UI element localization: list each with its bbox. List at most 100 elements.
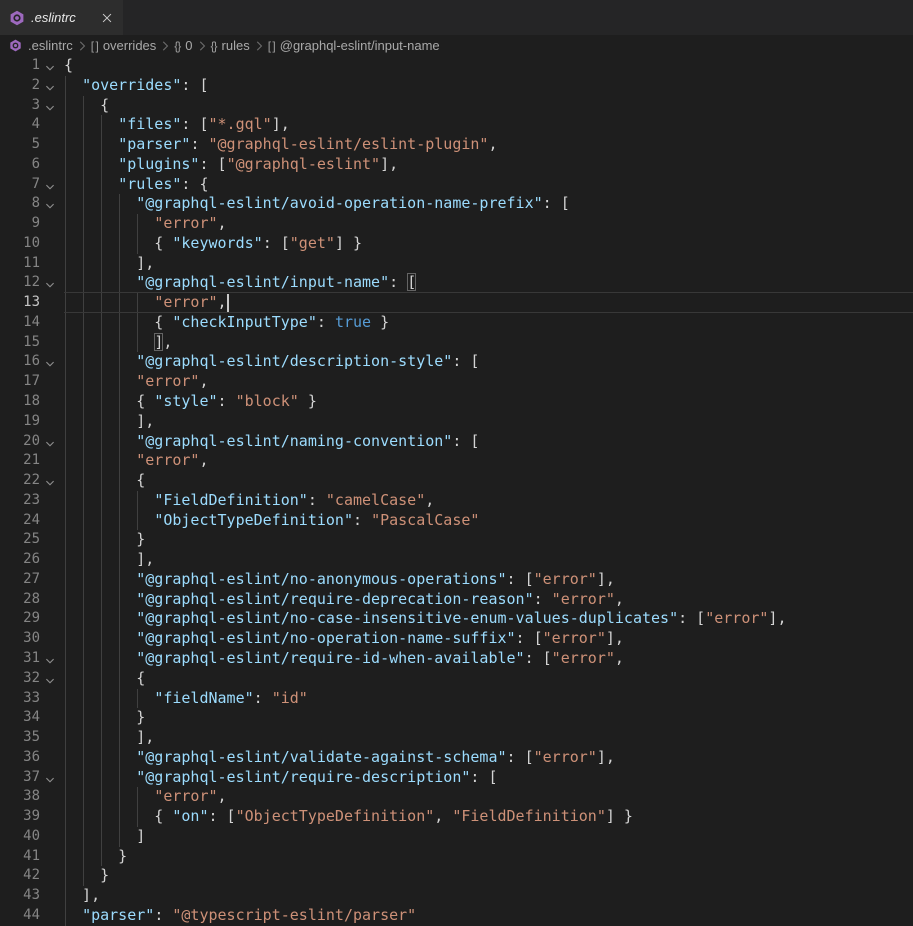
- code-text: }: [64, 530, 145, 550]
- code-line[interactable]: 31 "@graphql-eslint/require-id-when-avai…: [0, 649, 913, 669]
- code-line[interactable]: 16 "@graphql-eslint/description-style": …: [0, 352, 913, 372]
- code-text: {: [64, 56, 73, 76]
- line-number: 37: [0, 768, 40, 788]
- code-line[interactable]: 33 "fieldName": "id": [0, 689, 913, 709]
- code-line[interactable]: 24 "ObjectTypeDefinition": "PascalCase": [0, 511, 913, 531]
- code-line[interactable]: 2 "overrides": [: [0, 76, 913, 96]
- tab-bar: .eslintrc: [0, 0, 913, 35]
- tab-eslintrc[interactable]: .eslintrc: [0, 0, 123, 35]
- code-line[interactable]: 27 "@graphql-eslint/no-anonymous-operati…: [0, 570, 913, 590]
- breadcrumb-label: overrides: [103, 38, 156, 53]
- chevron-down-icon[interactable]: [44, 475, 60, 487]
- line-number: 8: [0, 194, 40, 214]
- chevron-down-icon[interactable]: [44, 60, 60, 72]
- line-number: 30: [0, 629, 40, 649]
- code-line[interactable]: 29 "@graphql-eslint/no-case-insensitive-…: [0, 609, 913, 629]
- code-text: }: [64, 847, 127, 867]
- code-text: "error",: [64, 787, 227, 807]
- code-line[interactable]: 18 { "style": "block" }: [0, 392, 913, 412]
- code-line[interactable]: 14 { "checkInputType": true }: [0, 313, 913, 333]
- code-line[interactable]: 30 "@graphql-eslint/no-operation-name-su…: [0, 629, 913, 649]
- line-number: 39: [0, 807, 40, 827]
- code-line[interactable]: 1 {: [0, 56, 913, 76]
- line-number: 38: [0, 787, 40, 807]
- chevron-down-icon[interactable]: [44, 198, 60, 210]
- code-text: "@graphql-eslint/validate-against-schema…: [64, 748, 615, 768]
- line-number: 18: [0, 392, 40, 412]
- code-line[interactable]: 7 "rules": {: [0, 175, 913, 195]
- breadcrumb-item[interactable]: {}0: [174, 38, 192, 53]
- code-line[interactable]: 20 "@graphql-eslint/naming-convention": …: [0, 432, 913, 452]
- code-line[interactable]: 43 ],: [0, 886, 913, 906]
- code-text: ],: [64, 412, 154, 432]
- code-line[interactable]: 34 }: [0, 708, 913, 728]
- code-line[interactable]: 9 "error",: [0, 214, 913, 234]
- code-line[interactable]: 10 { "keywords": ["get"] }: [0, 234, 913, 254]
- chevron-down-icon[interactable]: [44, 356, 60, 368]
- code-text: "@graphql-eslint/no-case-insensitive-enu…: [64, 609, 786, 629]
- breadcrumb-label: .eslintrc: [28, 38, 73, 53]
- code-line[interactable]: 36 "@graphql-eslint/validate-against-sch…: [0, 748, 913, 768]
- chevron-down-icon[interactable]: [44, 277, 60, 289]
- line-number: 5: [0, 135, 40, 155]
- chevron-right-icon: [252, 39, 266, 53]
- code-line[interactable]: 32 {: [0, 669, 913, 689]
- line-number: 43: [0, 886, 40, 906]
- code-line[interactable]: 38 "error",: [0, 787, 913, 807]
- code-text: "overrides": [: [64, 76, 209, 96]
- line-number: 41: [0, 847, 40, 867]
- line-number: 33: [0, 689, 40, 709]
- code-line[interactable]: 15 ],: [0, 333, 913, 353]
- code-text: "@graphql-eslint/no-anonymous-operations…: [64, 570, 615, 590]
- code-area[interactable]: 1 {2 "overrides": [3 {4 "files": ["*.gql…: [0, 56, 913, 926]
- code-text: "error",: [64, 293, 229, 313]
- code-line[interactable]: 11 ],: [0, 254, 913, 274]
- code-line[interactable]: 35 ],: [0, 728, 913, 748]
- line-number: 24: [0, 511, 40, 531]
- code-text: "@graphql-eslint/require-deprecation-rea…: [64, 590, 624, 610]
- chevron-down-icon[interactable]: [44, 673, 60, 685]
- code-line[interactable]: 39 { "on": ["ObjectTypeDefinition", "Fie…: [0, 807, 913, 827]
- chevron-down-icon[interactable]: [44, 772, 60, 784]
- code-line[interactable]: 25 }: [0, 530, 913, 550]
- chevron-down-icon[interactable]: [44, 653, 60, 665]
- code-line[interactable]: 42 }: [0, 866, 913, 886]
- chevron-right-icon: [75, 39, 89, 53]
- chevron-down-icon[interactable]: [44, 100, 60, 112]
- code-line[interactable]: 37 "@graphql-eslint/require-description"…: [0, 768, 913, 788]
- chevron-down-icon[interactable]: [44, 179, 60, 191]
- code-line[interactable]: 17 "error",: [0, 372, 913, 392]
- breadcrumb-item[interactable]: .eslintrc: [9, 38, 73, 53]
- array-symbol-icon: [ ]: [91, 39, 98, 53]
- code-line[interactable]: 44 "parser": "@typescript-eslint/parser": [0, 906, 913, 926]
- code-line[interactable]: 6 "plugins": ["@graphql-eslint"],: [0, 155, 913, 175]
- code-line[interactable]: 8 "@graphql-eslint/avoid-operation-name-…: [0, 194, 913, 214]
- code-line[interactable]: 21 "error",: [0, 451, 913, 471]
- close-icon[interactable]: [97, 8, 117, 28]
- code-line[interactable]: 13 "error",: [0, 293, 913, 313]
- breadcrumb-item[interactable]: [ ]@graphql-eslint/input-name: [268, 38, 440, 53]
- code-line[interactable]: 22 {: [0, 471, 913, 491]
- chevron-down-icon[interactable]: [44, 436, 60, 448]
- breadcrumb-label: @graphql-eslint/input-name: [280, 38, 440, 53]
- code-text: }: [64, 866, 109, 886]
- text-cursor: [227, 294, 229, 312]
- code-line[interactable]: 23 "FieldDefinition": "camelCase",: [0, 491, 913, 511]
- code-text: "fieldName": "id": [64, 689, 308, 709]
- code-line[interactable]: 41 }: [0, 847, 913, 867]
- code-line[interactable]: 26 ],: [0, 550, 913, 570]
- code-text: "rules": {: [64, 175, 209, 195]
- code-line[interactable]: 12 "@graphql-eslint/input-name": [: [0, 273, 913, 293]
- eslint-icon: [9, 39, 22, 52]
- code-line[interactable]: 40 ]: [0, 827, 913, 847]
- line-number: 17: [0, 372, 40, 392]
- code-text: { "checkInputType": true }: [64, 313, 389, 333]
- code-line[interactable]: 28 "@graphql-eslint/require-deprecation-…: [0, 590, 913, 610]
- breadcrumb-item[interactable]: {}rules: [211, 38, 250, 53]
- code-line[interactable]: 19 ],: [0, 412, 913, 432]
- code-line[interactable]: 3 {: [0, 96, 913, 116]
- breadcrumb-item[interactable]: [ ] overrides: [91, 38, 156, 53]
- code-line[interactable]: 5 "parser": "@graphql-eslint/eslint-plug…: [0, 135, 913, 155]
- chevron-down-icon[interactable]: [44, 80, 60, 92]
- code-line[interactable]: 4 "files": ["*.gql"],: [0, 115, 913, 135]
